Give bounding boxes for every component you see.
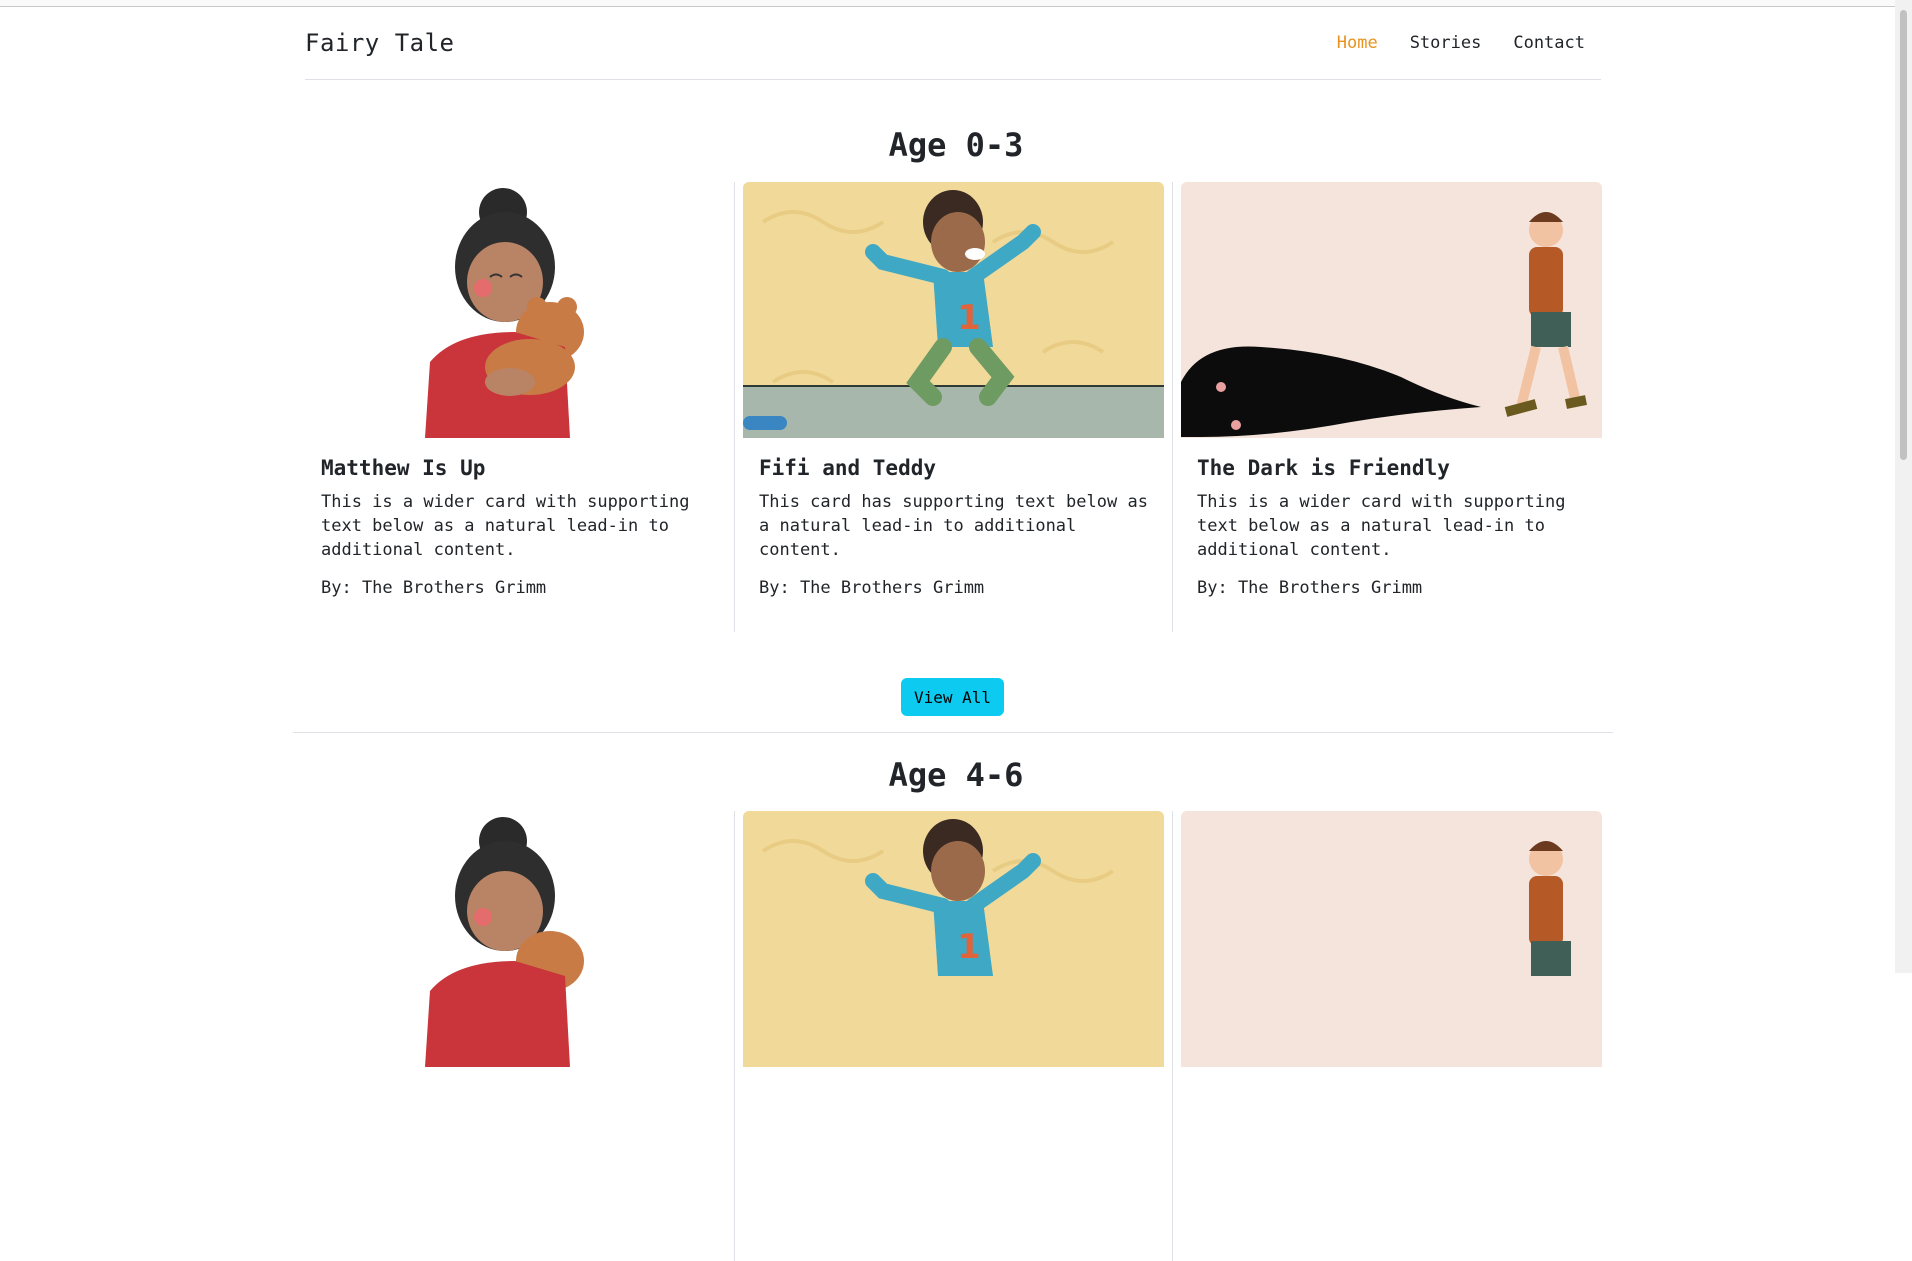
story-card[interactable]: 1 Fifi and Teddy This card has supportin… [734,182,1164,632]
nav-home[interactable]: Home [1337,33,1378,53]
story-card[interactable] [305,811,726,1261]
navbar: Fairy Tale Home Stories Contact [305,7,1601,80]
story-card[interactable] [1172,811,1602,1261]
story-card[interactable]: The Dark is Friendly This is a wider car… [1172,182,1602,632]
boy-and-dark-shadow-illustration [1181,182,1602,438]
card-title[interactable]: Matthew Is Up [321,456,710,480]
brand-logo[interactable]: Fairy Tale [305,29,455,57]
section-title-age-0-3: Age 0-3 [888,126,1024,164]
girl-with-teddy-illustration [305,811,726,1067]
story-card[interactable]: Matthew Is Up This is a wider card with … [305,182,726,632]
card-text: This is a wider card with supporting tex… [1197,492,1566,560]
jumping-boy-illustration: 1 [743,182,1164,438]
nav-stories[interactable]: Stories [1410,33,1482,53]
card-text: This is a wider card with supporting tex… [321,492,690,560]
section-title-age-4-6: Age 4-6 [888,756,1024,794]
card-title[interactable]: Fifi and Teddy [759,456,1148,480]
svg-text:1: 1 [957,298,981,338]
jumping-boy-illustration: 1 [743,811,1164,1067]
card-text: This card has supporting text below as a… [759,492,1148,560]
card-author: By: The Brothers Grimm [759,578,985,598]
card-row-age-0-3: Matthew Is Up This is a wider card with … [305,182,1602,632]
section-divider [293,732,1613,733]
browser-top-edge [0,0,1912,7]
card-author: By: The Brothers Grimm [1197,578,1423,598]
view-all-button[interactable]: View All [901,678,1004,716]
nav-contact[interactable]: Contact [1513,33,1585,53]
boy-and-dark-shadow-illustration [1181,811,1602,1067]
card-author: By: The Brothers Grimm [321,578,547,598]
card-row-age-4-6: 1 [305,811,1602,1261]
story-card[interactable]: 1 [734,811,1164,1261]
scrollbar-thumb[interactable] [1900,10,1907,460]
card-title[interactable]: The Dark is Friendly [1197,456,1586,480]
nav-links: Home Stories Contact [1337,33,1585,53]
girl-with-teddy-illustration [305,182,726,438]
svg-text:1: 1 [957,927,981,967]
scrollbar[interactable] [1895,0,1912,973]
